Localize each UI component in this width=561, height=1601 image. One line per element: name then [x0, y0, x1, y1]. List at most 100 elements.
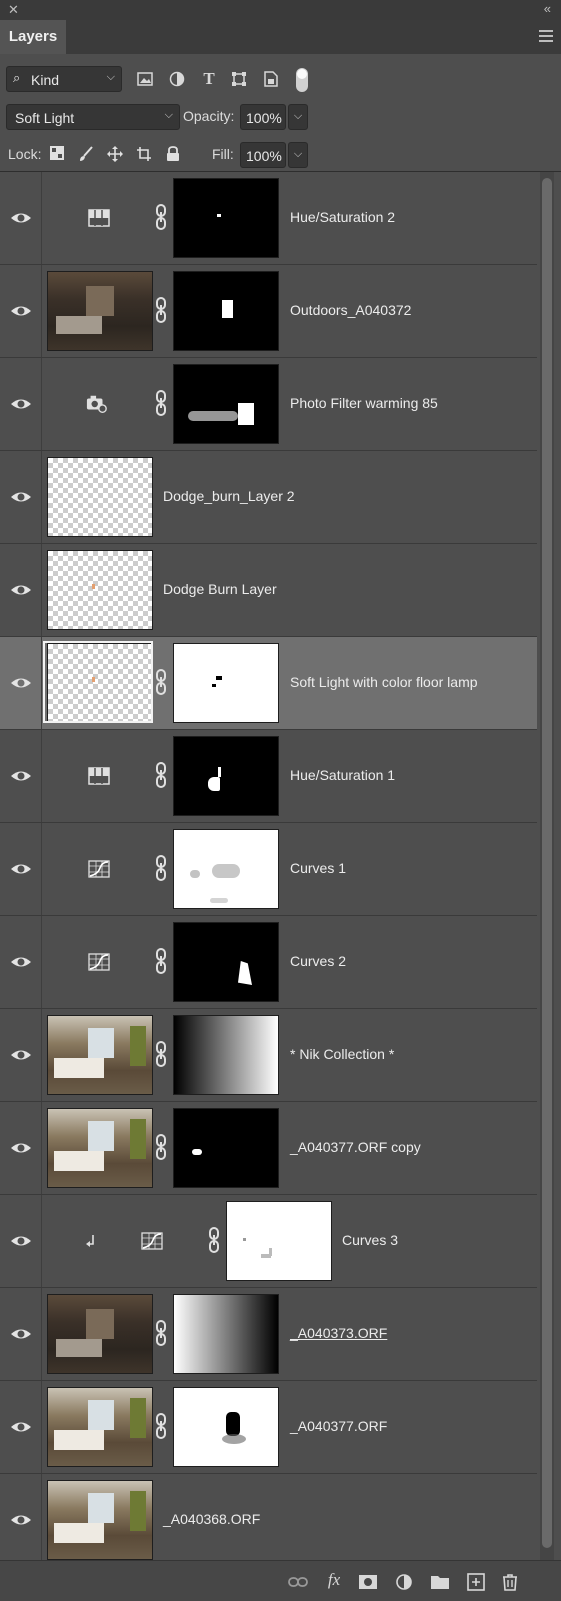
visibility-eye-icon[interactable] — [10, 673, 32, 693]
visibility-eye-icon[interactable] — [10, 1138, 32, 1158]
visibility-eye-icon[interactable] — [10, 952, 32, 972]
link-layers-icon[interactable] — [288, 1573, 308, 1591]
layer-row[interactable]: Outdoors_A040372 — [0, 265, 537, 358]
link-chain-icon[interactable] — [154, 948, 168, 974]
filter-row: ⌕ Kind ⌵ T — [0, 62, 561, 96]
link-chain-icon[interactable] — [154, 1134, 168, 1160]
panel-menu-icon[interactable] — [539, 30, 553, 42]
new-layer-icon[interactable] — [466, 1573, 486, 1591]
layer-row[interactable]: _A040377.ORF — [0, 1381, 537, 1474]
tab-layers[interactable]: Layers — [0, 20, 66, 54]
layer-mask-thumbnail[interactable] — [173, 1015, 279, 1095]
layer-row[interactable]: _A040373.ORF — [0, 1288, 537, 1381]
lock-all-icon[interactable] — [164, 146, 182, 164]
opacity-slider-toggle[interactable]: ⌵ — [288, 104, 308, 130]
layer-thumbnail[interactable] — [47, 1108, 153, 1188]
layer-thumbnail[interactable] — [47, 457, 153, 537]
link-chain-icon[interactable] — [154, 1041, 168, 1067]
lock-image-pixels-icon[interactable] — [77, 146, 95, 164]
link-chain-icon[interactable] — [154, 390, 168, 416]
shape-layer-filter-icon[interactable] — [230, 70, 248, 88]
lock-artboard-icon[interactable] — [135, 146, 153, 164]
divider — [41, 730, 42, 822]
layer-thumbnail[interactable] — [47, 1480, 153, 1560]
layer-thumbnail[interactable] — [47, 1294, 153, 1374]
layer-mask-thumbnail[interactable] — [173, 922, 279, 1002]
visibility-eye-icon[interactable] — [10, 1231, 32, 1251]
link-chain-icon[interactable] — [154, 204, 168, 230]
layer-row[interactable]: _A040377.ORF copy — [0, 1102, 537, 1195]
fill-slider-toggle[interactable]: ⌵ — [288, 142, 308, 168]
layer-row[interactable]: Hue/Saturation 2 — [0, 172, 537, 265]
adjustment-layer-filter-icon[interactable] — [168, 70, 186, 88]
pixel-layer-filter-icon[interactable] — [136, 70, 154, 88]
layer-style-fx-icon[interactable]: fx — [324, 1570, 344, 1589]
layer-mask-thumbnail[interactable] — [173, 1294, 279, 1374]
lock-position-icon[interactable] — [106, 146, 124, 164]
layer-name: Outdoors_A040372 — [290, 302, 412, 318]
type-layer-filter-icon[interactable]: T — [200, 69, 218, 88]
layer-mask-thumbnail[interactable] — [173, 1387, 279, 1467]
lock-transparent-pixels-icon[interactable] — [48, 146, 66, 164]
layer-row[interactable]: _A040368.ORF — [0, 1474, 537, 1567]
layer-mask-thumbnail[interactable] — [173, 1108, 279, 1188]
layer-row[interactable]: Dodge Burn Layer — [0, 544, 537, 637]
visibility-eye-icon[interactable] — [10, 301, 32, 321]
visibility-eye-icon[interactable] — [10, 394, 32, 414]
visibility-eye-icon[interactable] — [10, 1417, 32, 1437]
layer-name: Hue/Saturation 1 — [290, 767, 396, 783]
layer-name: Curves 2 — [290, 953, 347, 969]
smart-object-filter-icon[interactable] — [262, 70, 280, 88]
visibility-eye-icon[interactable] — [10, 487, 32, 507]
visibility-eye-icon[interactable] — [10, 208, 32, 228]
visibility-eye-icon[interactable] — [10, 859, 32, 879]
layer-row[interactable]: Photo Filter warming 85 — [0, 358, 537, 451]
layer-mask-thumbnail[interactable] — [173, 271, 279, 351]
layer-row-selected[interactable]: Soft Light with color floor lamp — [0, 637, 537, 730]
delete-layer-trash-icon[interactable] — [500, 1573, 520, 1591]
fill-input[interactable]: 100% — [240, 142, 286, 168]
link-chain-icon[interactable] — [154, 1320, 168, 1346]
layer-row[interactable]: * Nik Collection * — [0, 1009, 537, 1102]
link-chain-icon[interactable] — [207, 1227, 221, 1253]
add-mask-icon[interactable] — [358, 1573, 378, 1591]
layer-row[interactable]: Hue/Saturation 1 — [0, 730, 537, 823]
layer-thumbnail[interactable] — [47, 1015, 153, 1095]
layer-mask-thumbnail[interactable] — [173, 736, 279, 816]
layers-list: Hue/Saturation 2 Outdoors_A040372 Photo … — [0, 172, 538, 1567]
link-chain-icon[interactable] — [154, 855, 168, 881]
visibility-eye-icon[interactable] — [10, 1045, 32, 1065]
layer-row[interactable]: Curves 1 — [0, 823, 537, 916]
layer-thumbnail[interactable] — [47, 271, 153, 351]
new-group-folder-icon[interactable] — [430, 1573, 450, 1591]
visibility-eye-icon[interactable] — [10, 580, 32, 600]
collapse-panel-icon[interactable]: « — [544, 1, 551, 16]
visibility-eye-icon[interactable] — [10, 1510, 32, 1530]
close-panel-icon[interactable]: ✕ — [8, 2, 19, 18]
layer-row[interactable]: Curves 3 — [0, 1195, 537, 1288]
link-chain-icon[interactable] — [154, 297, 168, 323]
layer-thumbnail[interactable] — [47, 550, 153, 630]
filter-toggle-switch[interactable] — [296, 68, 308, 92]
link-chain-icon[interactable] — [154, 1413, 168, 1439]
layer-row[interactable]: Curves 2 — [0, 916, 537, 1009]
visibility-eye-icon[interactable] — [10, 1324, 32, 1344]
opacity-input[interactable]: 100% — [240, 104, 286, 130]
layer-mask-thumbnail[interactable] — [173, 829, 279, 909]
visibility-eye-icon[interactable] — [10, 766, 32, 786]
new-adjustment-layer-icon[interactable] — [394, 1573, 414, 1591]
link-chain-icon[interactable] — [154, 762, 168, 788]
link-chain-icon[interactable] — [154, 669, 168, 695]
layer-mask-thumbnail[interactable] — [173, 364, 279, 444]
layer-mask-thumbnail[interactable] — [226, 1201, 332, 1281]
curves-icon — [88, 953, 110, 971]
layer-mask-thumbnail[interactable] — [173, 643, 279, 723]
search-icon: ⌕ — [13, 70, 21, 85]
filter-kind-dropdown[interactable]: ⌕ Kind ⌵ — [6, 66, 122, 92]
layer-thumbnail[interactable] — [47, 1387, 153, 1467]
layer-mask-thumbnail[interactable] — [173, 178, 279, 258]
blend-mode-dropdown[interactable]: Soft Light ⌵ — [6, 104, 180, 130]
layer-row[interactable]: Dodge_burn_Layer 2 — [0, 451, 537, 544]
layers-scrollbar[interactable] — [540, 172, 554, 1560]
scrollbar-thumb[interactable] — [542, 178, 552, 1548]
